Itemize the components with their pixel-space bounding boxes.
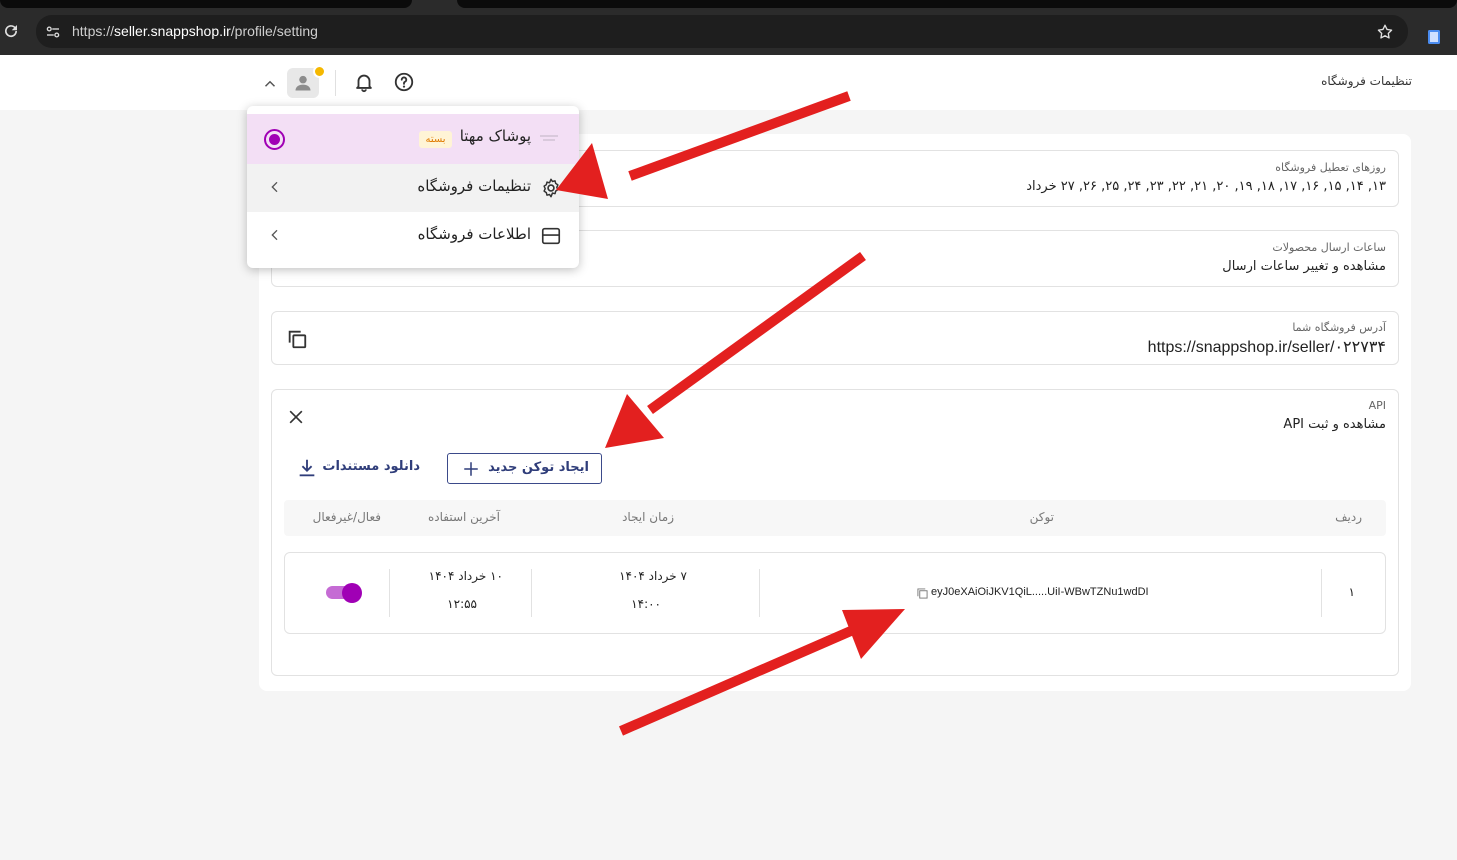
download-docs-button[interactable]: دانلود مستندات [294, 453, 424, 484]
shop-radio[interactable] [264, 129, 285, 150]
gear-icon [543, 178, 559, 198]
user-icon [295, 75, 311, 91]
reload-icon[interactable] [2, 22, 20, 40]
column-header-last-used: آخرین استفاده [427, 510, 500, 524]
menu-item-shop-settings[interactable]: تنظیمات فروشگاه [247, 164, 579, 212]
browser-tab-strip [0, 0, 1457, 8]
api-label: API [1368, 399, 1386, 412]
table-row: ۱ eyJ0eXAiOiJKV1QiL.....UiI-WBwTZNu1wdDI… [284, 552, 1386, 634]
download-docs-label: دانلود مستندات [322, 459, 420, 474]
help-icon[interactable] [393, 71, 415, 93]
shop-selector-item[interactable]: پوشاک مهتا بسته [247, 114, 579, 164]
api-value: مشاهده و ثبت API [1283, 417, 1386, 432]
browser-tab[interactable] [0, 0, 412, 8]
browser-tab[interactable] [457, 0, 1457, 8]
token-table-header: ردیف توکن زمان ایجاد آخرین استفاده فعال/… [284, 500, 1386, 536]
copy-token-icon[interactable] [917, 588, 928, 599]
row-index: ۱ [1348, 585, 1355, 599]
shipping-hours-label: ساعات ارسال محصولات [1272, 241, 1386, 254]
menu-item-label: اطلاعات فروشگاه [417, 225, 531, 243]
shop-address-value: https://snappshop.ir/seller/۰۲۲۷۳۴ [1147, 339, 1386, 356]
active-toggle-knob[interactable] [342, 583, 362, 603]
token-value[interactable]: eyJ0eXAiOiJKV1QiL.....UiI-WBwTZNu1wdDI [931, 586, 1149, 598]
site-info-icon[interactable] [44, 23, 62, 41]
address-bar[interactable]: https://seller.snappshop.ir/profile/sett… [36, 15, 1408, 48]
status-indicator [313, 65, 326, 78]
store-icon [541, 227, 561, 245]
shop-logo-icon [540, 135, 558, 141]
close-icon[interactable] [286, 407, 306, 427]
bell-icon[interactable] [353, 71, 375, 93]
plus-icon [464, 462, 478, 476]
chevron-left-icon [271, 229, 278, 241]
shop-status-badge: بسته [419, 131, 452, 148]
browser-toolbar: https://seller.snappshop.ir/profile/sett… [0, 8, 1457, 55]
created-time: ۱۴:۰۰ [631, 597, 661, 611]
api-section: API مشاهده و ثبت API ایجاد توکن جدید دان… [271, 389, 1399, 676]
column-header-index: ردیف [1335, 510, 1362, 524]
cell-divider [531, 569, 532, 617]
closure-days-label: روزهای تعطیل فروشگاه [1275, 161, 1386, 174]
column-header-active: فعال/غیرفعال [312, 510, 381, 524]
bookmark-star-icon[interactable] [1376, 23, 1394, 41]
page-title: تنظیمات فروشگاه [1321, 74, 1412, 88]
menu-item-shop-info[interactable]: اطلاعات فروشگاه [247, 212, 579, 260]
chevron-left-icon [271, 181, 278, 193]
download-icon [299, 459, 315, 477]
create-token-button[interactable]: ایجاد توکن جدید [447, 453, 602, 484]
closure-days-value: ۱۳, ۱۴, ۱۵, ۱۶, ۱۷, ۱۸, ۱۹, ۲۰, ۲۱, ۲۲, … [1026, 179, 1386, 194]
copy-icon[interactable] [286, 328, 308, 350]
user-dropdown-menu: پوشاک مهتا بسته تنظیمات فروشگاه اطلاعات … [247, 106, 579, 268]
column-header-token: توکن [1029, 510, 1054, 524]
page-header: تنظیمات فروشگاه [0, 55, 1457, 110]
last-used-time: ۱۲:۵۵ [447, 597, 477, 611]
menu-item-label: تنظیمات فروشگاه [417, 177, 531, 195]
url-text[interactable]: https://seller.snappshop.ir/profile/sett… [72, 23, 318, 39]
chevron-up-icon[interactable] [260, 75, 280, 93]
shipping-hours-value: مشاهده و تغییر ساعات ارسال [1222, 259, 1386, 274]
column-header-created: زمان ایجاد [622, 510, 674, 524]
create-token-label: ایجاد توکن جدید [488, 460, 589, 475]
shop-address-label: آدرس فروشگاه شما [1292, 321, 1386, 334]
shop-name: پوشاک مهتا [459, 127, 531, 145]
cell-divider [1321, 569, 1322, 617]
cell-divider [759, 569, 760, 617]
last-used-date: ۱۰ خرداد ۱۴۰۴ [428, 569, 503, 583]
header-divider [335, 70, 336, 96]
extension-icon[interactable] [1426, 28, 1442, 46]
cell-divider [389, 569, 390, 617]
shop-address-row: آدرس فروشگاه شما https://snappshop.ir/se… [271, 311, 1399, 365]
created-date: ۷ خرداد ۱۴۰۴ [619, 569, 687, 583]
